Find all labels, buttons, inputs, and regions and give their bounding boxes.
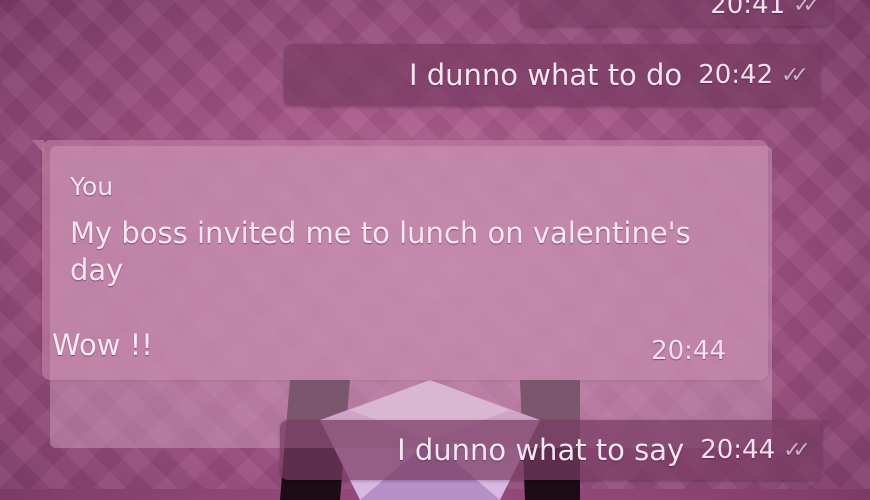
message-text: I dunno what to say	[397, 433, 685, 467]
double-check-icon: ✓✓	[793, 0, 821, 18]
message-text: I dunno what to do	[408, 58, 683, 92]
bubble-tail	[820, 420, 832, 434]
bubble-tail	[32, 140, 44, 154]
quoted-message[interactable]: You My boss invited me to lunch on valen…	[50, 146, 772, 448]
bubble-tail	[818, 44, 830, 58]
message-text: Wow !!	[52, 328, 153, 362]
message-meta: 20:42 ✓✓	[698, 60, 809, 90]
double-check-icon: ✓✓	[783, 437, 811, 463]
message-time: 20:41	[710, 0, 786, 20]
incoming-message-bubble[interactable]: You My boss invited me to lunch on valen…	[32, 140, 772, 448]
quoted-text: My boss invited me to lunch on valentine…	[70, 216, 691, 287]
message-time: 20:44	[700, 435, 776, 465]
message-meta: 20:41 ✓✓	[710, 0, 821, 20]
message-time: 20:44	[651, 336, 726, 366]
outgoing-message-bubble[interactable]: I dunno what to do 20:42 ✓✓	[284, 44, 830, 106]
double-check-icon: ✓✓	[781, 62, 809, 88]
outgoing-message-bubble[interactable]: 20:41 ✓✓	[520, 0, 832, 26]
message-meta: 20:44 ✓✓	[700, 435, 811, 465]
quoted-author: You	[70, 172, 114, 201]
message-time: 20:42	[698, 60, 774, 90]
outgoing-message-bubble[interactable]: I dunno what to say 20:44 ✓✓	[280, 420, 832, 480]
